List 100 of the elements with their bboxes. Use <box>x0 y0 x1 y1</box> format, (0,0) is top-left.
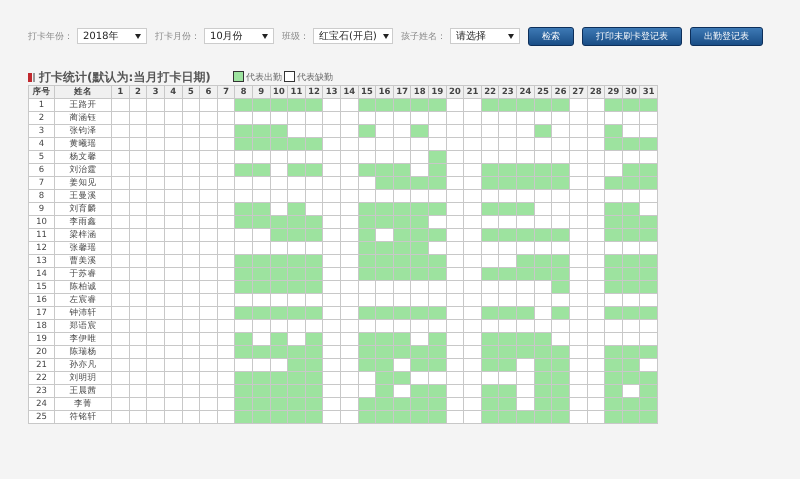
dropdown[interactable]: 2018年 <box>77 28 147 44</box>
column-header: 9 <box>252 86 270 98</box>
column-header: 11 <box>288 86 306 98</box>
column-header: 4 <box>164 86 182 98</box>
dropdown[interactable]: 红宝石(开启) <box>313 28 393 44</box>
column-header: 姓名 <box>54 86 112 98</box>
name-cell: 王路开 <box>54 98 112 112</box>
name-cell: 孙亦凡 <box>54 358 112 372</box>
name-cell: 于苏睿 <box>54 268 112 280</box>
column-header: 29 <box>604 86 622 98</box>
name-cell: 梁梓涵 <box>54 228 112 242</box>
column-header: 26 <box>552 86 570 98</box>
row-number: 6 <box>28 164 55 176</box>
caret-icon <box>508 34 514 38</box>
column-header: 14 <box>340 86 358 98</box>
row-number: 17 <box>28 306 55 320</box>
column-header: 31 <box>640 86 658 98</box>
row-number: 25 <box>28 410 55 424</box>
legend-label: 代表缺勤 <box>296 72 333 84</box>
field-label: 打卡年份： <box>28 30 73 42</box>
row-number: 18 <box>28 320 55 332</box>
name-cell: 钟沛轩 <box>54 306 112 320</box>
name-cell: 李菁 <box>54 398 112 410</box>
caret-icon <box>262 34 268 38</box>
section-title: 打卡统计(默认为:当月打卡日期) <box>39 69 211 86</box>
column-header: 序号 <box>28 86 55 98</box>
row-number: 10 <box>28 216 55 228</box>
row-number: 20 <box>28 346 55 358</box>
column-header: 8 <box>234 86 252 98</box>
legend-label: 代表出勤 <box>246 72 282 84</box>
name-cell: 符铭轩 <box>54 410 112 424</box>
name-cell: 李伊唯 <box>54 332 112 346</box>
row-number: 21 <box>28 358 55 372</box>
caret-icon <box>382 34 389 38</box>
column-header: 7 <box>217 86 235 98</box>
column-header: 19 <box>428 86 446 98</box>
name-cell: 陈柏诚 <box>54 280 112 294</box>
column-header: 13 <box>322 86 340 98</box>
column-header: 6 <box>200 86 218 98</box>
name-cell: 杨文馨 <box>54 150 112 164</box>
column-header: 1 <box>112 86 130 98</box>
name-cell: 张馨瑶 <box>54 242 112 254</box>
column-header: 15 <box>358 86 376 98</box>
row-number: 3 <box>28 124 55 138</box>
column-header: 21 <box>464 86 482 98</box>
row-number: 9 <box>28 202 55 216</box>
field-label: 班级： <box>282 30 309 42</box>
row-number: 4 <box>28 138 55 150</box>
section-icon <box>28 73 35 82</box>
row-number: 7 <box>28 176 55 190</box>
column-header: 22 <box>481 86 499 98</box>
name-cell: 王晨茜 <box>54 384 112 398</box>
row-number: 23 <box>28 384 55 398</box>
print-button[interactable]: 打印未刷卡登记表 <box>582 26 682 46</box>
column-header: 18 <box>410 86 429 98</box>
name-cell: 姜知见 <box>54 176 112 190</box>
name-cell: 刘育麟 <box>54 202 112 216</box>
name-cell: 王曼溪 <box>54 190 112 202</box>
name-cell: 李雨鑫 <box>54 216 112 228</box>
column-header: 12 <box>305 86 323 98</box>
register-button[interactable]: 出勤登记表 <box>690 26 763 46</box>
name-cell: 刘治霆 <box>54 164 112 176</box>
row-number: 16 <box>28 294 55 306</box>
row-number: 11 <box>28 228 55 242</box>
column-header: 27 <box>569 86 588 98</box>
column-header: 5 <box>182 86 200 98</box>
row-number: 19 <box>28 332 55 346</box>
name-cell: 曹美溪 <box>54 254 112 268</box>
column-header: 10 <box>270 86 288 98</box>
row-number: 8 <box>28 190 55 202</box>
row-number: 15 <box>28 280 55 294</box>
column-header: 24 <box>516 86 534 98</box>
row-number: 14 <box>28 268 55 280</box>
name-cell: 刘明玥 <box>54 372 112 384</box>
row-number: 22 <box>28 372 55 384</box>
dropdown[interactable]: 10月份 <box>204 28 274 44</box>
caret-icon <box>135 34 141 38</box>
name-cell: 黄曦瑶 <box>54 138 112 150</box>
column-header: 20 <box>446 86 464 98</box>
name-cell: 张钧泽 <box>54 124 112 138</box>
name-cell: 蔺涵钰 <box>54 112 112 124</box>
row-number: 12 <box>28 242 55 254</box>
row-number: 5 <box>28 150 55 164</box>
name-cell: 左宸睿 <box>54 294 112 306</box>
name-cell: 郑语宸 <box>54 320 112 332</box>
column-header: 30 <box>622 86 640 98</box>
column-header: 16 <box>376 86 394 98</box>
row-number: 2 <box>28 112 55 124</box>
column-header: 3 <box>146 86 164 98</box>
column-header: 17 <box>393 86 411 98</box>
dropdown[interactable]: 请选择 <box>450 28 520 44</box>
row-number: 13 <box>28 254 55 268</box>
column-header: 23 <box>498 86 517 98</box>
name-cell: 陈瑞杨 <box>54 346 112 358</box>
field-label: 孩子姓名： <box>401 30 446 42</box>
column-header: 25 <box>534 86 552 98</box>
column-header: 28 <box>587 86 605 98</box>
field-label: 打卡月份： <box>155 30 200 42</box>
column-header: 2 <box>129 86 147 98</box>
search-button[interactable]: 检索 <box>528 26 574 46</box>
